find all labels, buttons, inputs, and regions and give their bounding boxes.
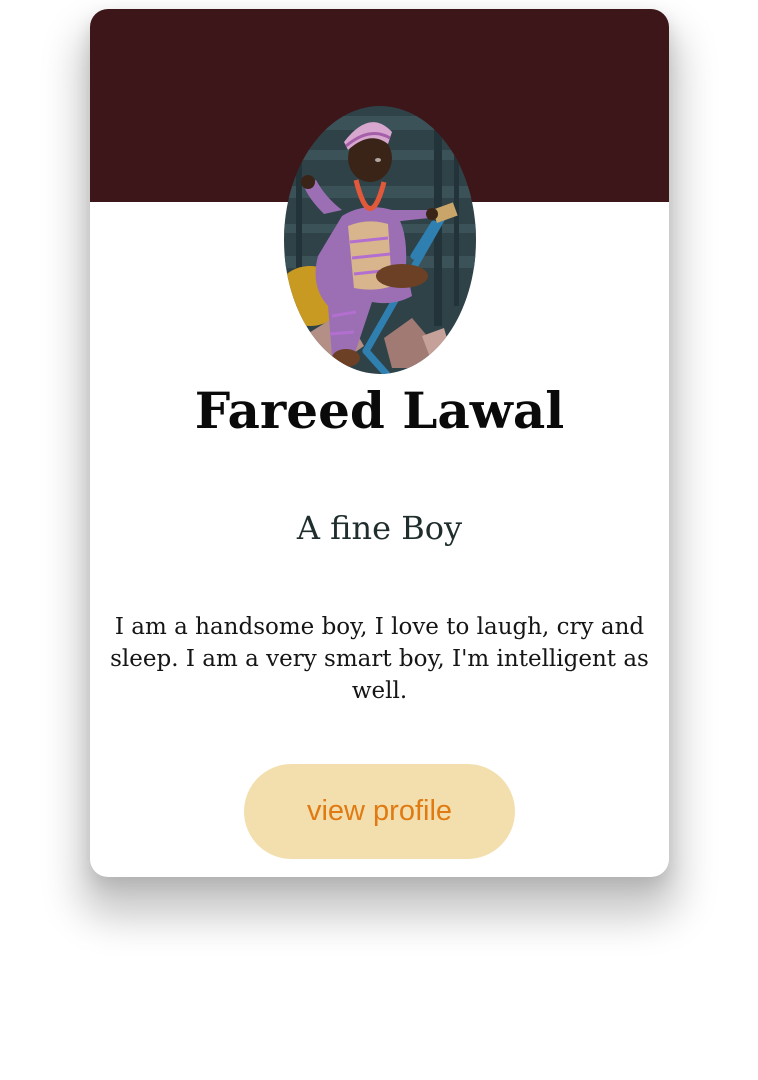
profile-name: Fareed Lawal [194, 381, 565, 440]
profile-tagline: A fine Boy [296, 509, 463, 547]
view-profile-button[interactable]: view profile [244, 764, 515, 859]
profile-card: Fareed Lawal A fine Boy I am a handsome … [90, 9, 669, 877]
profile-photo [284, 106, 476, 374]
page: Fareed Lawal A fine Boy I am a handsome … [0, 0, 758, 1080]
profile-bio: I am a handsome boy, I love to laugh, cr… [110, 614, 649, 704]
